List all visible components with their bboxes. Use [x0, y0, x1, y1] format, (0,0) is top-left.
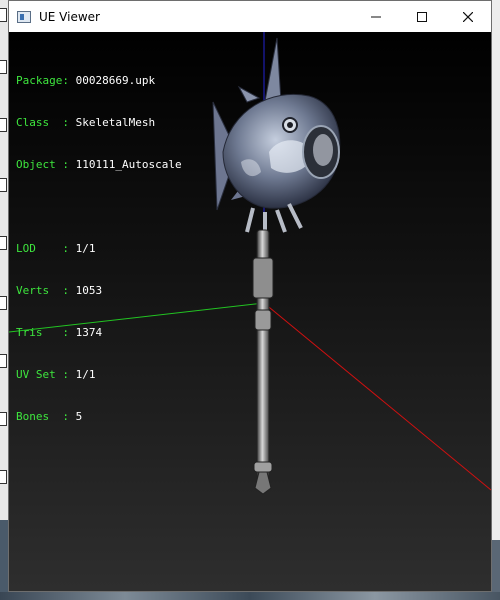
info-label: Bones : — [16, 410, 69, 423]
info-label: LOD : — [16, 242, 69, 255]
desktop-icon-fragment — [0, 470, 7, 484]
info-bones-row: Bones : 5 — [16, 410, 182, 424]
info-value: SkeletalMesh — [75, 116, 156, 129]
info-label: UV Set : — [16, 368, 69, 381]
desktop-icon-fragment — [0, 412, 7, 426]
info-package-row: Package: 00028669.upk — [16, 74, 182, 88]
desktop-icon-fragment — [0, 60, 7, 74]
info-lod-row: LOD : 1/1 — [16, 242, 182, 256]
mesh-viewport[interactable]: Package: 00028669.upk Class : SkeletalMe… — [9, 32, 491, 591]
info-value: 1374 — [75, 326, 103, 339]
fish-small-fin — [237, 85, 261, 103]
info-uvset-row: UV Set : 1/1 — [16, 368, 182, 382]
staff-ring — [253, 461, 273, 473]
info-value: 1/1 — [75, 368, 96, 381]
desktop-icon-fragment — [0, 296, 7, 310]
x-axis-line — [263, 302, 491, 491]
info-value: 1053 — [75, 284, 103, 297]
title-bar[interactable]: UE Viewer — [9, 1, 491, 32]
info-label: Verts : — [16, 284, 69, 297]
minimize-icon — [371, 16, 381, 17]
desktop-icon-fragment — [0, 8, 7, 22]
fish-pupil — [287, 122, 293, 128]
desktop-icon-fragment — [0, 118, 7, 132]
desktop-icon-fragment — [0, 236, 7, 250]
info-value: 5 — [75, 410, 83, 423]
info-label: Package: — [16, 74, 69, 87]
staff-collar — [254, 309, 272, 331]
close-icon — [463, 11, 473, 22]
info-value: 00028669.upk — [75, 74, 156, 87]
window-title: UE Viewer — [39, 9, 100, 24]
desktop-background-bottom — [0, 592, 500, 600]
fish-mouth-inner — [313, 134, 333, 166]
info-verts-row: Verts : 1053 — [16, 284, 182, 298]
desktop-background-left — [0, 0, 8, 600]
info-label: Class : — [16, 116, 69, 129]
ue-viewer-window: UE Viewer Package: 00028669.upk Class: … — [8, 0, 492, 592]
desktop-icon-fragment — [0, 354, 7, 368]
staff-collar — [252, 257, 274, 299]
info-label: Object : — [16, 158, 69, 171]
info-value: 1/1 — [75, 242, 96, 255]
info-class-row: Class : SkeletalMesh — [16, 116, 182, 130]
close-button[interactable] — [445, 1, 491, 32]
fish-legs — [245, 203, 303, 238]
info-label: Tris : — [16, 326, 69, 339]
maximize-button[interactable] — [399, 1, 445, 32]
mesh-info-overlay: Package: 00028669.upk Class : SkeletalMe… — [16, 46, 182, 452]
info-tris-row: Tris : 1374 — [16, 326, 182, 340]
info-value: 110111_Autoscale — [75, 158, 182, 171]
info-object-row: Object : 110111_Autoscale — [16, 158, 182, 172]
desktop-icon-fragment — [0, 178, 7, 192]
app-window-icon — [17, 10, 31, 23]
maximize-icon — [417, 11, 427, 22]
minimize-button[interactable] — [353, 1, 399, 32]
